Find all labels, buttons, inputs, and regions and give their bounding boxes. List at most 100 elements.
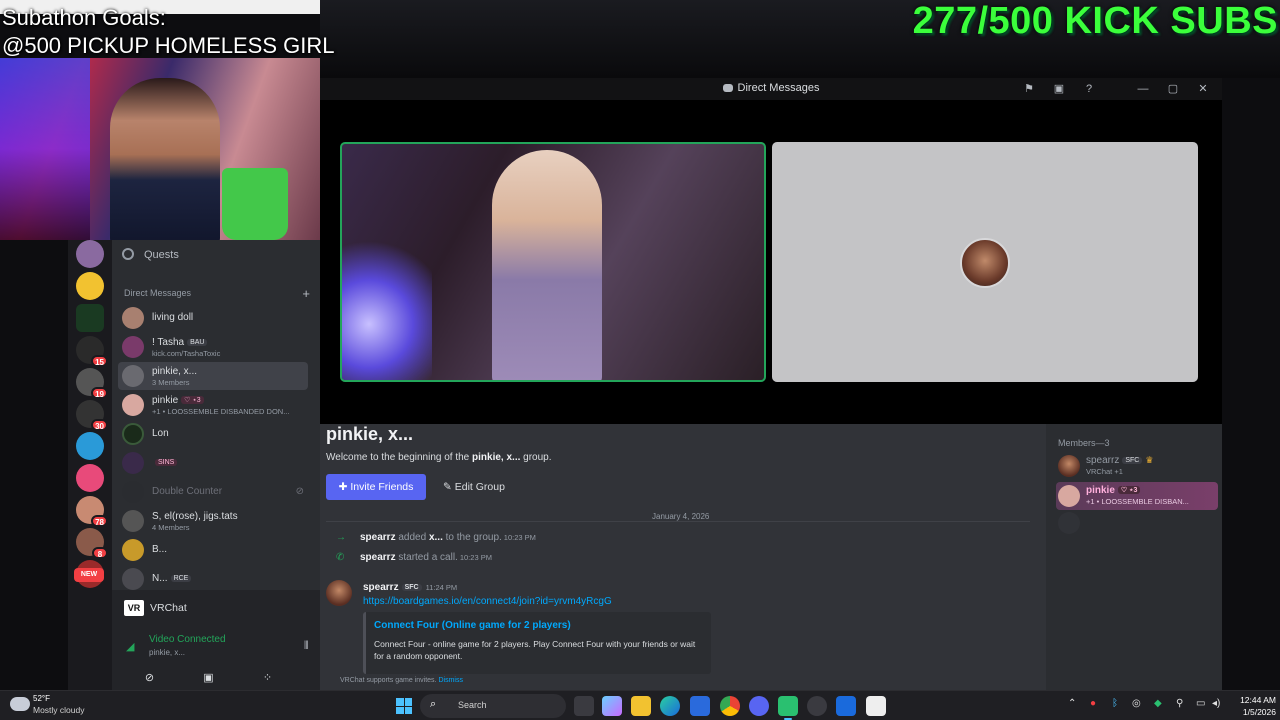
group-title: pinkie, x... (326, 424, 414, 444)
screenshare-icon[interactable]: ▣ (196, 670, 222, 686)
dm-name-text: pinkie (152, 395, 179, 406)
chrome-icon[interactable] (720, 696, 740, 716)
server-icon[interactable] (76, 464, 104, 492)
store-icon[interactable] (690, 696, 710, 716)
date-divider: January 4, 2026 (326, 512, 1030, 522)
microphone-icon[interactable]: ⚲ (1176, 698, 1183, 709)
server-icon[interactable]: 78 (76, 496, 108, 527)
taskbar: 52°F Mostly cloudy ⌕ Search ⌃ ● ᛒ ◎ ◆ ⚲ ▭… (0, 690, 1280, 720)
activities-icon[interactable]: ⁘ (255, 670, 281, 686)
bluetooth-icon[interactable]: ᛒ (1112, 698, 1118, 709)
server-icon[interactable]: 30 (76, 400, 108, 431)
app-icon[interactable] (836, 696, 856, 716)
dm-item[interactable]: Lon (118, 420, 308, 448)
dm-item[interactable]: ! Tasha BAU kick.com/TashaToxic (118, 333, 308, 361)
volume-icon[interactable]: ◂) (1212, 698, 1220, 709)
avatar[interactable] (326, 580, 352, 606)
dm-item[interactable]: SINS (118, 449, 308, 477)
invite-friends-button[interactable]: ✚ Invite Friends (326, 474, 426, 500)
inbox-icon[interactable]: ▣ (1044, 80, 1074, 98)
participant-avatar (960, 238, 1010, 288)
cloud-icon[interactable] (10, 697, 30, 711)
server-icon[interactable] (76, 304, 104, 332)
participant-video (492, 150, 602, 380)
search-box[interactable]: ⌕ Search (420, 694, 566, 718)
tray-app-icon[interactable]: ◎ (1132, 698, 1141, 709)
date-label: January 4, 2026 (646, 512, 716, 521)
title-bar: Direct Messages ⚑ ▣ ? — ▢ ✕ (320, 78, 1222, 100)
crown-icon: ♛ (1145, 455, 1154, 465)
dm-tag: ♡ ⋆3 (181, 396, 204, 404)
close-icon[interactable]: ✕ (1188, 80, 1218, 98)
dm-name: N... RCE (152, 573, 192, 584)
welcome-text: Welcome to the beginning of the pinkie, … (326, 452, 552, 463)
clock[interactable]: 12:44 AM 1/5/2026 (1226, 694, 1276, 718)
voice-channel[interactable]: pinkie, x... (149, 648, 185, 657)
quests-link[interactable]: Quests (122, 248, 312, 266)
dm-header-label: Direct Messages (124, 288, 192, 298)
user-tag: SFC (401, 584, 422, 591)
dm-item[interactable]: B... (118, 536, 308, 564)
avatar (122, 336, 144, 358)
dm-item-active[interactable]: pinkie, x... 3 Members (118, 362, 308, 390)
avatar (122, 394, 144, 416)
dm-item[interactable]: pinkie ♡ ⋆3 +1 • LOOSSEMBLE DISBANDED DON… (118, 391, 308, 419)
message-link[interactable]: https://boardgames.io/en/connect4/join?i… (363, 596, 612, 607)
weather-condition[interactable]: Mostly cloudy (33, 705, 85, 715)
network-icon[interactable]: ▭ (1196, 698, 1205, 709)
embed-title[interactable]: Connect Four (Online game for 2 players) (374, 620, 571, 631)
file-explorer-icon[interactable] (631, 696, 651, 716)
avatar[interactable] (1058, 512, 1080, 534)
dm-item[interactable]: Double Counter ⊘ (118, 478, 308, 506)
server-icon[interactable] (76, 432, 104, 460)
vrchat-icon[interactable] (866, 696, 886, 716)
tray-app-icon[interactable]: ● (1090, 698, 1096, 709)
kick-app-icon[interactable] (778, 696, 798, 720)
member-item[interactable]: spearrz SFC ♛ VRChat +1 (1056, 452, 1218, 480)
video-tile-speaking[interactable] (340, 142, 766, 382)
start-icon[interactable] (396, 698, 412, 714)
server-icon[interactable] (76, 272, 104, 300)
dm-item[interactable]: living doll (118, 304, 308, 332)
noise-suppression-icon[interactable]: ⫴ (304, 640, 309, 653)
dm-item[interactable]: N... RCE (118, 565, 308, 593)
dm-tag: RCE (170, 575, 192, 582)
dm-sidebar: Quests Direct Messages + living doll ! Ta… (112, 240, 364, 690)
add-dm-button[interactable]: + (302, 286, 310, 301)
dm-name: pinkie ♡ ⋆3 (152, 395, 204, 406)
dm-status: +1 • LOOSSEMBLE DISBANDED DON... (152, 407, 290, 416)
embed-description: Connect Four - online game for 2 players… (374, 639, 696, 661)
tray-app-icon[interactable]: ◆ (1154, 698, 1162, 709)
discord-icon[interactable] (749, 696, 769, 716)
dm-item[interactable]: S, el(rose), jigs.tats 4 Members (118, 507, 308, 535)
dm-status: kick.com/TashaToxic (152, 349, 221, 358)
server-icon[interactable] (76, 240, 104, 268)
dm-name-text: N... (152, 573, 168, 584)
server-icon[interactable]: 8 (76, 528, 108, 559)
sub-counter: 277/500 KICK SUBS (912, 0, 1278, 42)
server-icon[interactable]: 19 (76, 368, 108, 399)
chevron-up-icon[interactable]: ⌃ (1068, 698, 1076, 709)
member-item[interactable]: pinkie ♡ ⋆3 +1 • LOOSSEMBLE DISBAN... (1056, 482, 1218, 510)
minimize-icon[interactable]: — (1128, 80, 1158, 98)
avatar (122, 539, 144, 561)
arrow-right-icon: → (336, 532, 346, 543)
camera-off-icon[interactable]: ⊘ (137, 670, 163, 686)
add-user-icon: ✚ (338, 481, 351, 493)
obs-icon[interactable] (807, 696, 827, 716)
member-name: spearrz SFC ♛ (1086, 455, 1154, 466)
maximize-icon[interactable]: ▢ (1158, 80, 1188, 98)
temperature[interactable]: 52°F (33, 694, 50, 703)
dm-name: Double Counter (152, 486, 223, 497)
task-view-icon[interactable] (574, 696, 594, 716)
edge-icon[interactable] (660, 696, 680, 716)
copilot-icon[interactable] (602, 696, 622, 716)
help-icon[interactable]: ? (1074, 80, 1104, 98)
server-icon[interactable]: 15 (76, 336, 108, 367)
dismiss-link[interactable]: Dismiss (438, 677, 463, 684)
member-name: pinkie ♡ ⋆3 (1086, 485, 1141, 496)
video-tile[interactable] (772, 142, 1198, 382)
edit-group-button[interactable]: ✎ Edit Group (434, 474, 514, 500)
mention-badge: 8 (92, 547, 108, 559)
flag-icon[interactable]: ⚑ (1014, 80, 1044, 98)
